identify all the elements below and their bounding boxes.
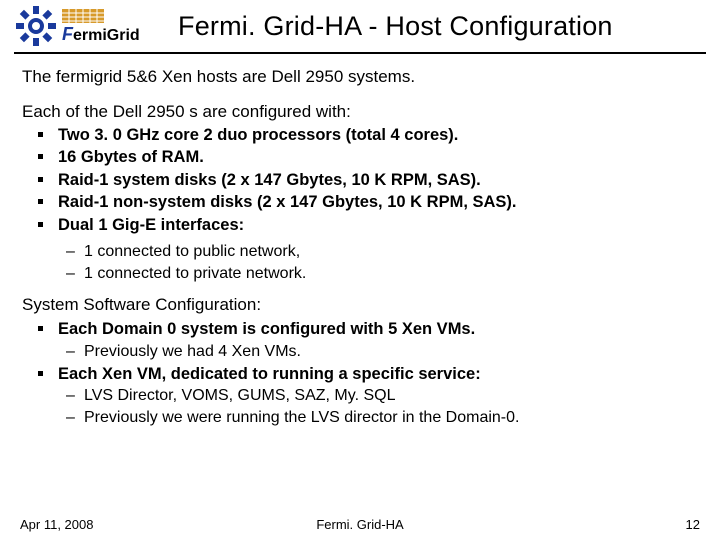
list-item: Raid-1 non-system disks (2 x 147 Gbytes,…: [30, 192, 694, 213]
slide: F ermiGrid Fermi. Grid-HA - Host Configu…: [0, 0, 720, 540]
paragraph-hw-heading: Each of the Dell 2950 s are configured w…: [22, 101, 694, 122]
list-item: Two 3. 0 GHz core 2 duo processors (tota…: [30, 125, 694, 146]
logo-block: F ermiGrid: [16, 6, 158, 46]
sw-list-2: Each Xen VM, dedicated to running a spec…: [22, 364, 694, 385]
slide-body: The fermigrid 5&6 Xen hosts are Dell 295…: [0, 58, 720, 428]
list-item: Each Xen VM, dedicated to running a spec…: [30, 364, 694, 385]
list-item: Previously we were running the LVS direc…: [30, 408, 694, 428]
divider: [14, 52, 706, 54]
list-item: 1 connected to public network,: [30, 242, 694, 262]
paragraph-intro: The fermigrid 5&6 Xen hosts are Dell 295…: [22, 66, 694, 87]
list-item: Previously we had 4 Xen VMs.: [30, 342, 694, 362]
list-item: 1 connected to private network.: [30, 264, 694, 284]
paragraph-sw-heading: System Software Configuration:: [22, 294, 694, 315]
sw-sublist-2: LVS Director, VOMS, GUMS, SAZ, My. SQL P…: [22, 386, 694, 428]
hw-list: Two 3. 0 GHz core 2 duo processors (tota…: [22, 125, 694, 236]
list-item: Raid-1 system disks (2 x 147 Gbytes, 10 …: [30, 170, 694, 191]
hw-sublist: 1 connected to public network, 1 connect…: [22, 242, 694, 284]
logo-text: ermiGrid: [73, 27, 140, 43]
list-item: Each Domain 0 system is configured with …: [30, 319, 694, 340]
list-item: 16 Gbytes of RAM.: [30, 147, 694, 168]
gear-icon: [16, 6, 56, 46]
footer-date: Apr 11, 2008: [20, 517, 247, 532]
page-number: 12: [473, 517, 700, 532]
footer-title: Fermi. Grid-HA: [247, 517, 474, 532]
sw-sublist-1: Previously we had 4 Xen VMs.: [22, 342, 694, 362]
list-item: Dual 1 Gig-E interfaces:: [30, 215, 694, 236]
fermigrid-logo: F ermiGrid: [62, 9, 158, 43]
sw-list-1: Each Domain 0 system is configured with …: [22, 319, 694, 340]
slide-title: Fermi. Grid-HA - Host Configuration: [178, 11, 613, 42]
slide-header: F ermiGrid Fermi. Grid-HA - Host Configu…: [0, 0, 720, 46]
slide-footer: Apr 11, 2008 Fermi. Grid-HA 12: [0, 517, 720, 532]
list-item: LVS Director, VOMS, GUMS, SAZ, My. SQL: [30, 386, 694, 406]
